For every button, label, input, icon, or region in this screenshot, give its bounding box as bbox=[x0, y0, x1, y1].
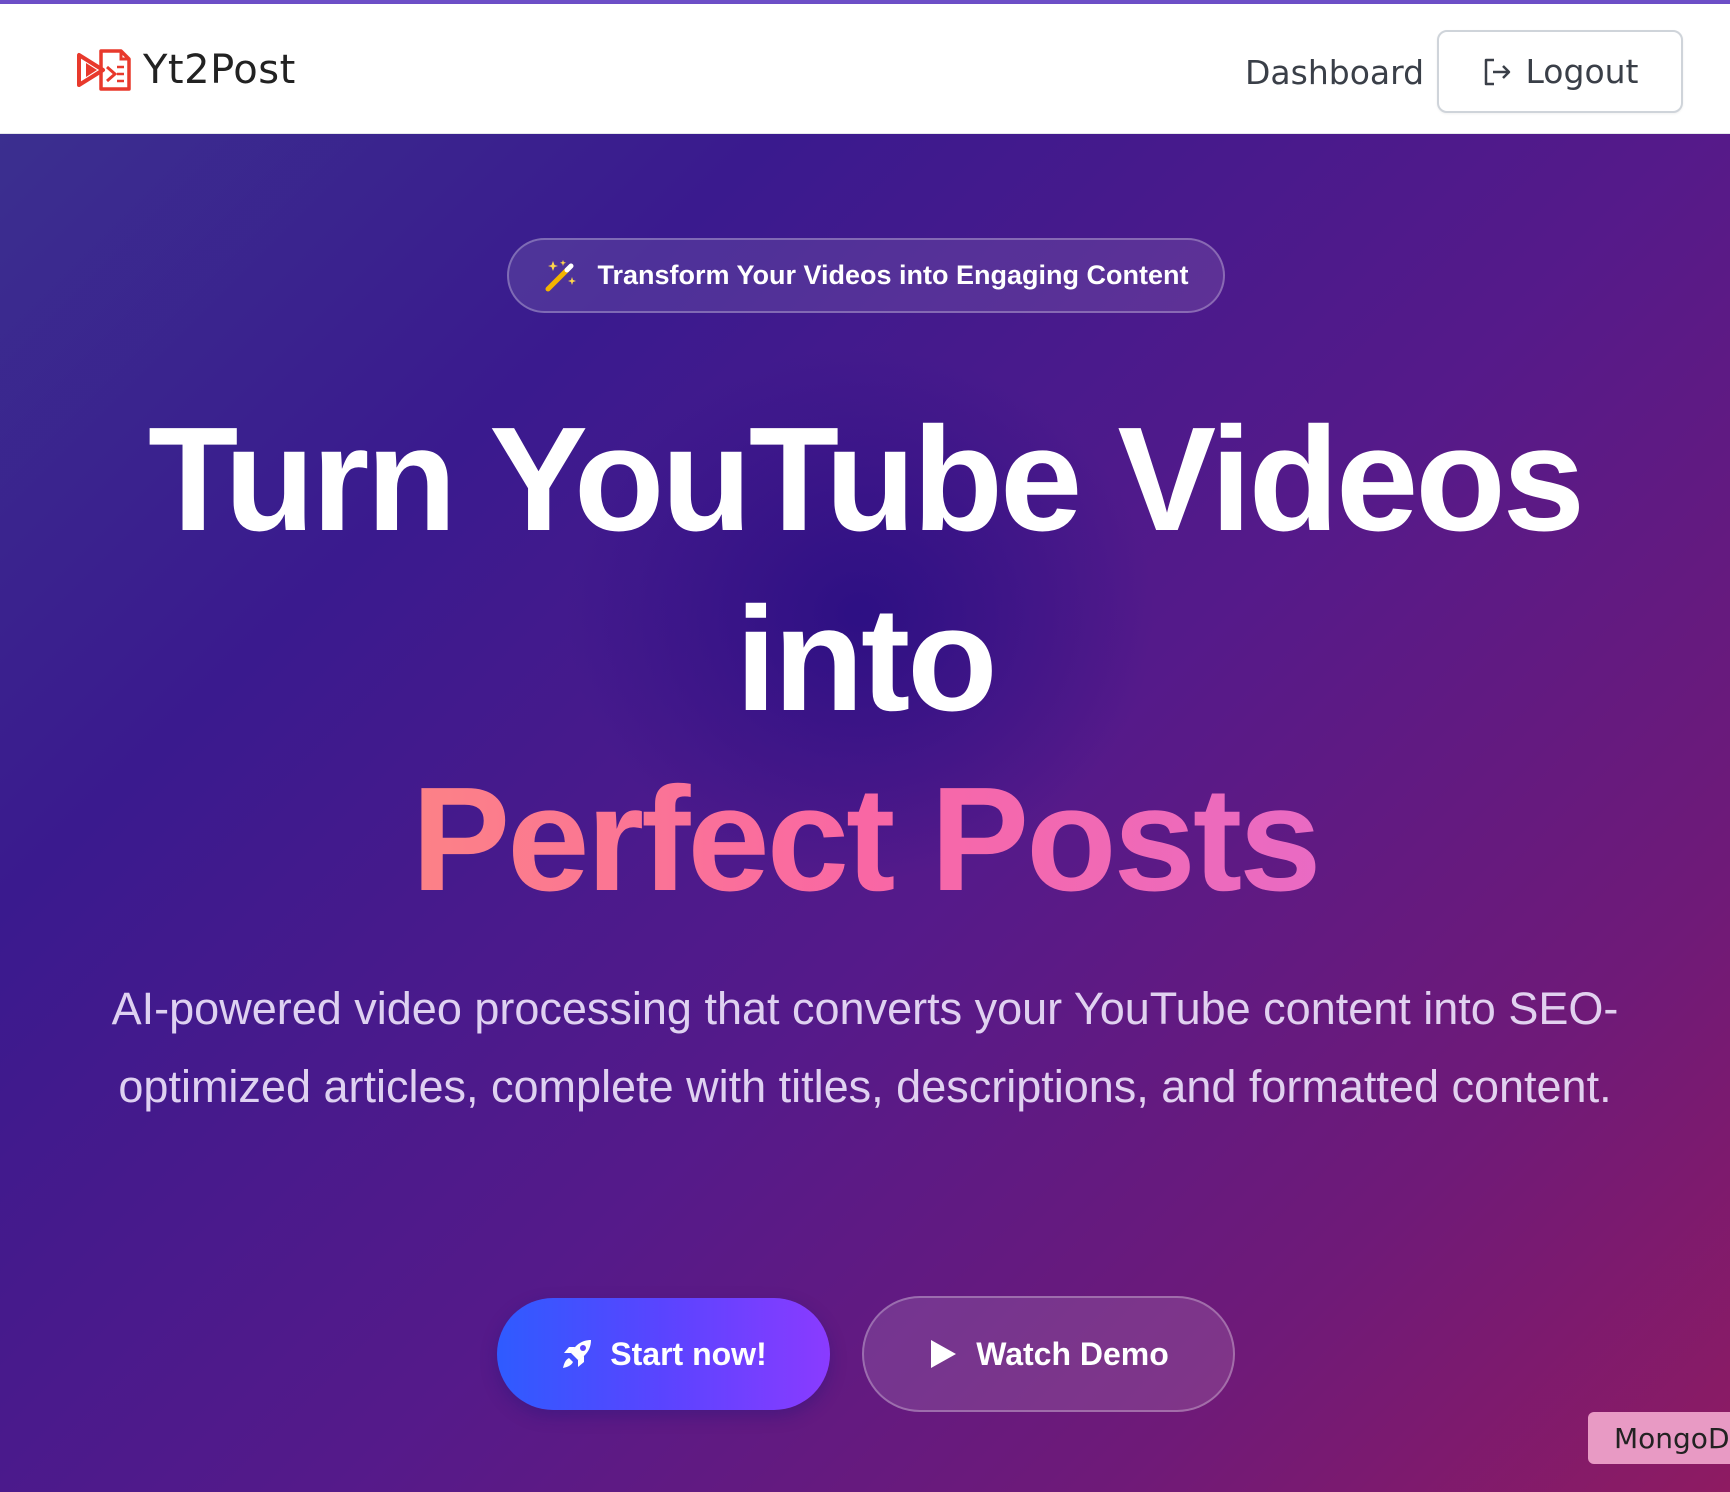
brand[interactable]: Yt2Post bbox=[77, 40, 296, 100]
video-to-document-icon bbox=[77, 49, 131, 91]
headline-line-1: Turn YouTube Videos bbox=[147, 397, 1585, 562]
dashboard-link[interactable]: Dashboard bbox=[1245, 47, 1424, 97]
logout-button[interactable]: Logout bbox=[1437, 30, 1683, 113]
watch-demo-button[interactable]: Watch Demo bbox=[862, 1296, 1235, 1412]
hero-section: Transform Your Videos into Engaging Cont… bbox=[0, 134, 1730, 1492]
navbar: Yt2Post Dashboard Logout bbox=[0, 4, 1730, 134]
headline-highlight: Perfect Posts bbox=[0, 766, 1730, 914]
mongodb-badge: MongoDB bbox=[1588, 1412, 1730, 1464]
play-icon bbox=[931, 1340, 957, 1368]
hero-subtitle: AI-powered video processing that convert… bbox=[111, 983, 1619, 1112]
tagline-text: Transform Your Videos into Engaging Cont… bbox=[597, 260, 1189, 290]
start-now-button[interactable]: Start now! bbox=[497, 1298, 830, 1410]
magic-wand-icon bbox=[545, 259, 577, 291]
headline-line-2: into bbox=[735, 577, 997, 742]
logout-icon bbox=[1484, 58, 1510, 85]
brand-name: Yt2Post bbox=[143, 47, 296, 93]
logout-label: Logout bbox=[1525, 52, 1639, 91]
tagline-badge: Transform Your Videos into Engaging Cont… bbox=[507, 238, 1225, 313]
start-now-label: Start now! bbox=[610, 1335, 767, 1372]
rocket-icon bbox=[563, 1340, 592, 1368]
watch-demo-label: Watch Demo bbox=[976, 1335, 1169, 1372]
